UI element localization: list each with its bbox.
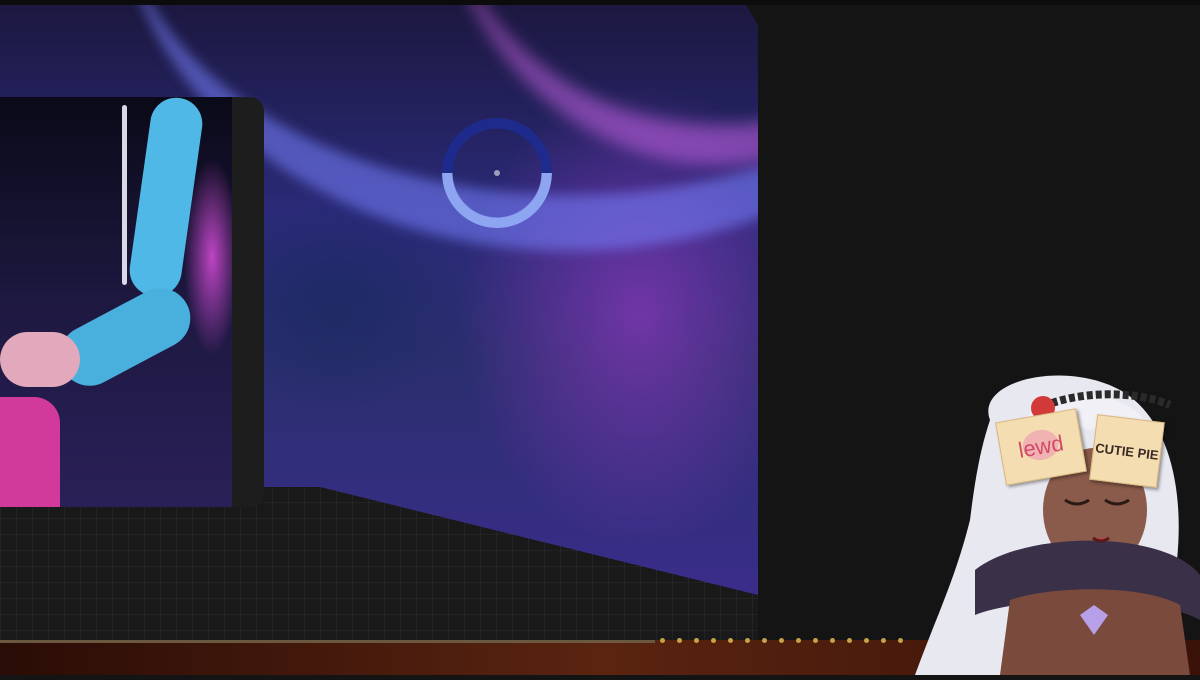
side-image-frame — [228, 97, 264, 507]
arm — [0, 332, 80, 387]
dot — [864, 638, 869, 643]
dot — [881, 638, 886, 643]
dot — [847, 638, 852, 643]
dot — [762, 638, 767, 643]
dot — [779, 638, 784, 643]
crosshair-icon — [494, 170, 500, 176]
jewelry-chain — [122, 105, 127, 285]
blue-glove-upper — [126, 97, 206, 300]
sticker-cutie-pie-text: CUTIE PIE — [1094, 439, 1160, 463]
dot — [813, 638, 818, 643]
vtuber-avatar: lewd CUTIE PIE — [915, 360, 1200, 675]
side-image-panel — [0, 97, 232, 507]
sticker-cutie-pie: CUTIE PIE — [1089, 414, 1165, 488]
pink-dress — [0, 397, 60, 507]
avatar-figure — [915, 375, 1200, 675]
sticker-lewd-text: lewd — [1016, 430, 1066, 463]
dot — [728, 638, 733, 643]
dot — [745, 638, 750, 643]
dot — [796, 638, 801, 643]
dot — [711, 638, 716, 643]
dot — [898, 638, 903, 643]
dot — [660, 638, 665, 643]
dot — [694, 638, 699, 643]
bottom-progress-line — [0, 640, 655, 643]
dot — [677, 638, 682, 643]
dot — [830, 638, 835, 643]
bottom-dots — [660, 638, 903, 643]
